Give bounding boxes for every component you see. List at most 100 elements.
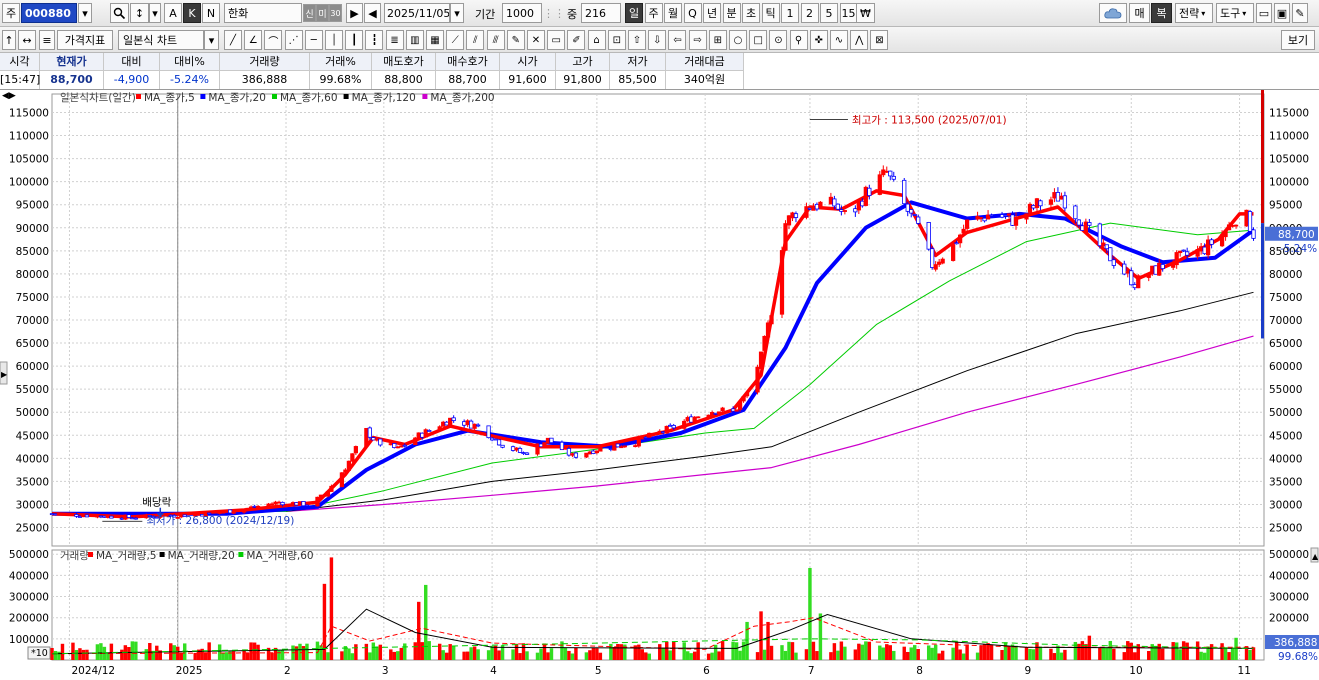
period-button-10[interactable]: 5 <box>820 3 838 23</box>
date-input[interactable]: 2025/11/05 <box>384 3 450 23</box>
square-tool-button[interactable]: □ <box>749 30 768 50</box>
wave-tool-button[interactable]: ∿ <box>830 30 848 50</box>
period-button-8[interactable]: 1 <box>781 3 799 23</box>
open-folder-button[interactable]: ▭ <box>1256 3 1272 23</box>
parallel-tool-button[interactable]: ⫽ <box>466 30 485 50</box>
quote-value-10: 85,500 <box>610 71 666 89</box>
circle-tool-button[interactable]: ○ <box>729 30 747 50</box>
candle-body <box>762 335 767 351</box>
multi-line-tool-button[interactable]: ⫻ <box>486 30 505 50</box>
volume-bar <box>661 648 665 660</box>
peak-tool-button[interactable]: ⋀ <box>850 30 869 50</box>
count-input[interactable]: 216 <box>581 3 621 23</box>
chart-type-dropdown[interactable]: ▾ <box>204 30 219 50</box>
period-button-4[interactable]: 년 <box>703 3 721 23</box>
a-button[interactable]: A <box>164 3 182 23</box>
candle-body <box>441 421 446 427</box>
period-button-11[interactable]: 15 <box>839 3 858 23</box>
copy-button[interactable]: 복 <box>1151 3 1172 23</box>
erase-tool-button[interactable]: ✕ <box>527 30 545 50</box>
volume-bar <box>1031 649 1036 660</box>
hline-tool-button[interactable]: ─ <box>304 30 323 50</box>
volume-bar <box>329 557 334 660</box>
left-tool-button[interactable]: ⇦ <box>668 30 687 50</box>
candle-body <box>1038 200 1043 207</box>
save-icon: ▣ <box>1276 6 1288 20</box>
volume-bar <box>1195 641 1200 660</box>
dotted-line-tool-button[interactable]: ┇ <box>365 30 384 50</box>
right-tool-button[interactable]: ⇨ <box>688 30 707 50</box>
period-button-5[interactable]: 분 <box>722 3 741 23</box>
volume-bar <box>71 642 75 660</box>
snapshot-tool-button[interactable]: ⊡ <box>607 30 626 50</box>
home-tool-button[interactable]: ⌂ <box>587 30 606 50</box>
zoom-tool-button[interactable]: ⚲ <box>789 30 808 50</box>
date-picker-button[interactable]: ▾ <box>450 3 464 23</box>
volume-bar <box>745 621 749 660</box>
chart-type-switch-button[interactable]: ₩ <box>856 3 875 23</box>
angle-tool-button[interactable]: ∠ <box>244 30 263 50</box>
crosshair-tool-button[interactable]: ✜ <box>809 30 828 50</box>
vline-tool-button[interactable]: │ <box>325 30 343 50</box>
n-button[interactable]: N <box>202 3 220 23</box>
view-button[interactable]: 보기 <box>1281 30 1315 50</box>
period-button-0[interactable]: 일 <box>625 3 643 23</box>
range-input[interactable]: 1000 <box>502 3 542 23</box>
stock-code-input[interactable]: 000880 <box>21 3 77 23</box>
chart-type-select[interactable]: 일본식 차트 <box>118 30 204 50</box>
channel-tool-button[interactable]: ≣ <box>385 30 404 50</box>
period-button-2[interactable]: 월 <box>664 3 682 23</box>
chart-area[interactable]: 25000 25000 30000 30000 35000 35000 40000 40000… <box>0 90 1319 680</box>
save-button[interactable]: ▣ <box>1274 3 1290 23</box>
settings-button[interactable]: ✎ <box>1292 3 1308 23</box>
indicator-add-button[interactable]: ≡ <box>39 30 55 50</box>
up-tool-button[interactable]: ⇧ <box>628 30 646 50</box>
tools-menu[interactable]: 도구 ▾ <box>1216 3 1254 23</box>
period-button-3[interactable]: Q <box>683 3 702 23</box>
note-tool-button[interactable]: ✐ <box>567 30 586 50</box>
back-button[interactable]: ◀ <box>364 3 381 23</box>
stock-code-dropdown[interactable]: ▾ <box>78 3 92 23</box>
sort-button[interactable]: ↕ <box>130 3 149 23</box>
volume-bar <box>95 644 100 660</box>
trendline-tool-button[interactable]: ╱ <box>224 30 242 50</box>
pencil-tool-button[interactable]: ✎ <box>506 30 525 50</box>
sort-dropdown[interactable]: ▾ <box>149 3 161 23</box>
k-button[interactable]: K <box>183 3 201 23</box>
period-button-6[interactable]: 초 <box>742 3 760 23</box>
ray-tool-button[interactable]: ⟋ <box>446 30 465 50</box>
scroll-up-button[interactable]: ↑ <box>2 30 16 50</box>
period-button-7[interactable]: 틱 <box>761 3 780 23</box>
quote-header-4: 거래량 <box>220 53 310 71</box>
expand-tool-button[interactable]: ⊞ <box>708 30 727 50</box>
price-tick-left-15: 100000 <box>9 177 49 189</box>
strategy-menu[interactable]: 전략 ▾ <box>1175 3 1213 23</box>
down-tool-button[interactable]: ⇩ <box>648 30 667 50</box>
search-button[interactable] <box>110 3 129 23</box>
range-adjust-button[interactable]: ⋮⋮ <box>546 3 562 23</box>
arc-tool-button[interactable]: ⌒ <box>264 30 283 50</box>
fan-tool-button[interactable]: ⋰ <box>284 30 303 50</box>
grid-tool-tool-button[interactable]: ▥ <box>405 30 424 50</box>
play-button[interactable]: ▶ <box>346 3 363 23</box>
target-tool-button[interactable]: ⊙ <box>769 30 788 50</box>
chevron-down-icon: ▾ <box>1242 8 1247 18</box>
candle-body <box>661 431 666 434</box>
period-button-1[interactable]: 주 <box>644 3 663 23</box>
box-grid-tool-button[interactable]: ▦ <box>426 30 444 50</box>
horizontal-expand-button[interactable]: ↔ <box>18 30 36 50</box>
vline-thick-tool-button[interactable]: ┃ <box>345 30 364 50</box>
candle-body <box>451 417 456 421</box>
buy-button[interactable]: 매 <box>1129 3 1150 23</box>
volume-bar <box>570 653 575 660</box>
quote-value-1: 88,700 <box>40 71 104 89</box>
period-button-9[interactable]: 2 <box>800 3 819 23</box>
stock-name-field[interactable]: 한화 <box>224 3 302 23</box>
rect-tool-button[interactable]: ▭ <box>547 30 566 50</box>
candle-body <box>1146 274 1151 278</box>
cloud-button[interactable] <box>1099 3 1127 23</box>
period-prefix-button[interactable]: 주 <box>2 3 20 23</box>
price-indicator-button[interactable]: 가격지표 <box>57 30 113 50</box>
delete-tool-button[interactable]: ⊠ <box>870 30 889 50</box>
candle-body <box>325 491 331 497</box>
